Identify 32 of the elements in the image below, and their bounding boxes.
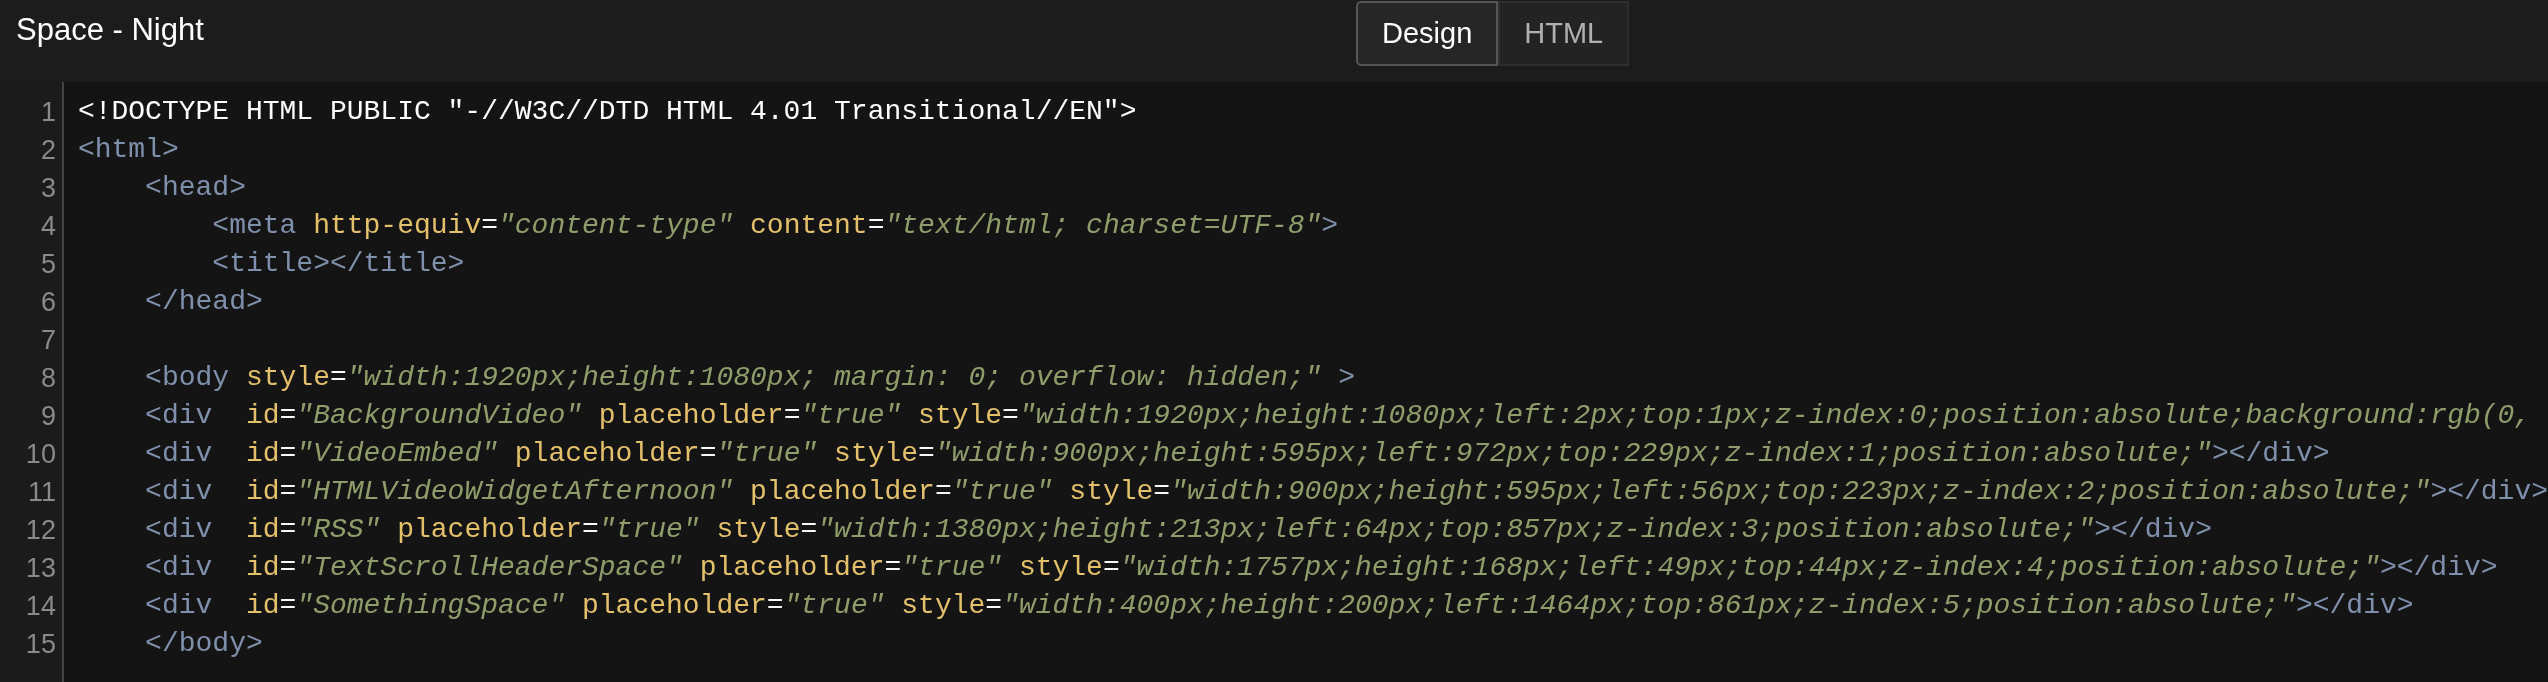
code-line: <html> (77, 134, 179, 165)
line-number: 6 (40, 287, 56, 317)
line-number: 11 (27, 477, 56, 507)
code-line: <meta http-equiv="content-type" content="text/html; charset=UTF-8"> (211, 210, 1339, 241)
line-number: 5 (40, 249, 56, 279)
line-number: 9 (40, 401, 56, 431)
line-number: 4 (40, 211, 56, 241)
line-number: 14 (25, 591, 56, 621)
line-number: 1 (40, 97, 56, 127)
line-number: 12 (25, 515, 56, 545)
code-line: <title></title> (211, 248, 465, 279)
code-line: <div id="TextScrollHeaderSpace" placeholder="true" style="width:1757px;height:168px;left:49px;top:44px;z-index:4;position:absolute;"></div> (144, 552, 2498, 583)
code-line: <div id="HTMLVideoWidgetAfternoon" placeholder="true" style="width:900px;height:595px;left:56px;top:223px;z-index:2;position:absolute;"></div> (144, 476, 2548, 507)
line-number: 7 (40, 325, 56, 355)
code-line: </head> (144, 286, 263, 317)
line-number: 2 (40, 135, 56, 165)
code-line: <!DOCTYPE HTML PUBLIC "-//W3C//DTD HTML 4.01 Transitional//EN"> (77, 96, 1137, 127)
code-line: </body> (144, 628, 263, 659)
line-number: 15 (25, 629, 56, 659)
code-line: <head> (144, 172, 246, 203)
line-number: 10 (25, 439, 56, 469)
line-number: 3 (40, 173, 56, 203)
code-line: <div id="BackgroundVideo" placeholder="true" style="width:1920px;height:1080px;left:2px;top:1px;z-index:0;position:absolute;background:rgb(0, (144, 400, 2532, 431)
line-number: 13 (25, 553, 56, 583)
line-number: 8 (40, 363, 56, 393)
window-title: Space - Night (15, 11, 204, 48)
code-line: <body style="width:1920px;height:1080px; margin: 0; overflow: hidden;" > (144, 362, 1355, 393)
code-line: <div id="SomethingSpace" placeholder="true" style="width:400px;height:200px;left:1464px;top:861px;z-index:5;position:absolute;"></div> (144, 590, 2414, 621)
code-line: <div id="VideoEmbed" placeholder="true" style="width:900px;height:595px;left:972px;top:229px;z-index:1;position:absolute;"></div> (144, 438, 2330, 469)
view-tab[interactable]: Design (1356, 1, 1499, 66)
view-tab[interactable]: HTML (1498, 1, 1630, 66)
code-line: <div id="RSS" placeholder="true" style="width:1380px;height:213px;left:64px;top:857px;z-index:3;position:absolute;"></div> (144, 514, 2212, 545)
